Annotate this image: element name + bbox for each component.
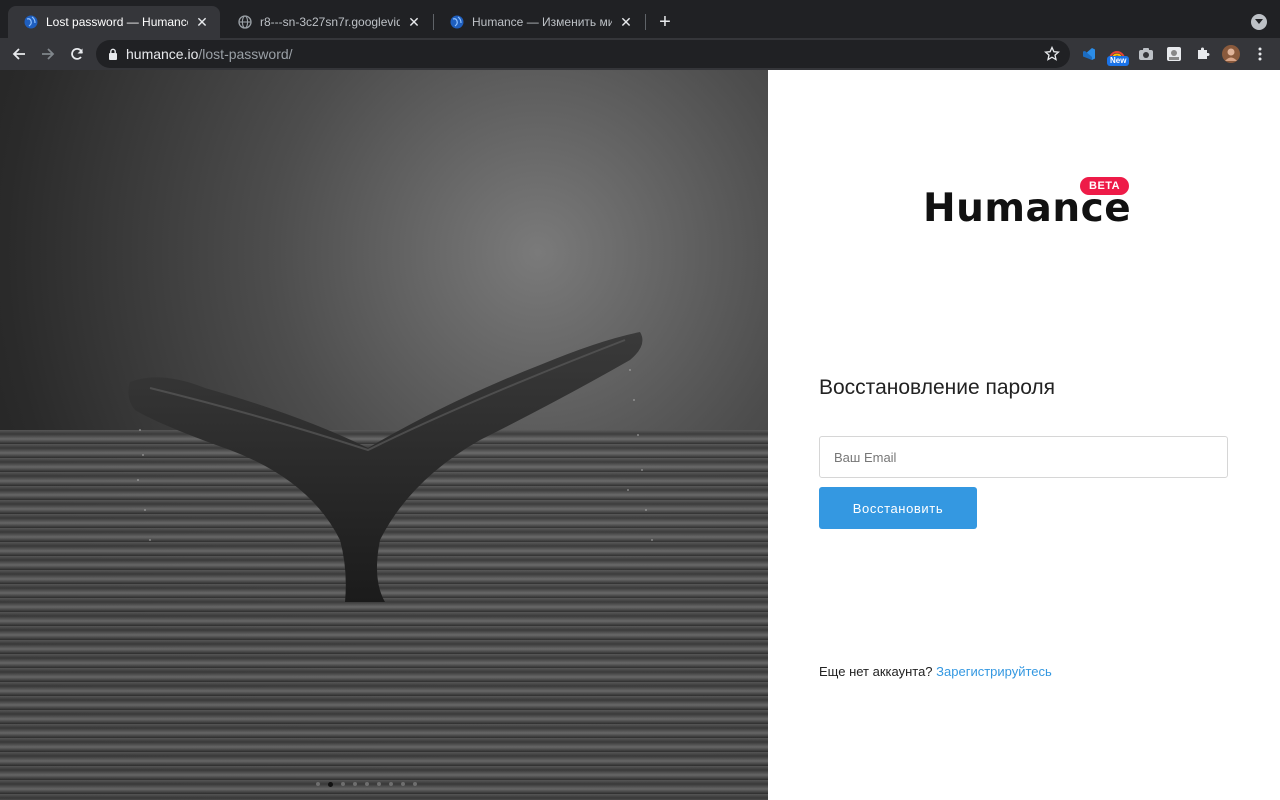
slider-dot[interactable] bbox=[377, 782, 381, 786]
globe-icon bbox=[450, 15, 464, 29]
close-icon[interactable]: ✕ bbox=[406, 14, 422, 30]
camera-extension-icon[interactable] bbox=[1136, 44, 1156, 64]
menu-kebab-icon[interactable] bbox=[1250, 44, 1270, 64]
avatar[interactable] bbox=[1221, 44, 1241, 64]
back-arrow-icon[interactable] bbox=[7, 42, 31, 66]
restore-button[interactable]: Восстановить bbox=[819, 487, 977, 529]
extensions-puzzle-icon[interactable] bbox=[1193, 44, 1213, 64]
slider-dot[interactable] bbox=[353, 782, 357, 786]
tab-googlevideo[interactable]: r8---sn-3c27sn7r.googlevideo ✕ bbox=[222, 6, 432, 38]
forward-arrow-icon[interactable] bbox=[36, 42, 60, 66]
tab-separator bbox=[645, 14, 646, 30]
whale-tail-illustration bbox=[128, 332, 653, 602]
signup-link[interactable]: Зарегистрируйтесь bbox=[936, 664, 1052, 679]
close-icon[interactable]: ✕ bbox=[194, 14, 210, 30]
lock-icon[interactable] bbox=[106, 47, 120, 61]
hero-whale-image bbox=[0, 70, 768, 800]
email-field[interactable] bbox=[819, 436, 1228, 478]
tab-title: Humance — Изменить мир в л bbox=[472, 15, 612, 29]
globe-icon bbox=[24, 15, 38, 29]
slider-dot-active[interactable] bbox=[328, 781, 333, 787]
new-tab-plus-icon[interactable]: + bbox=[655, 12, 675, 32]
tab-lost-password[interactable]: Lost password — Humance ✕ bbox=[8, 6, 220, 38]
slider-dot[interactable] bbox=[316, 782, 320, 786]
tab-search-chevron-icon[interactable] bbox=[1251, 14, 1267, 30]
slider-dot[interactable] bbox=[365, 782, 369, 786]
slider-dots bbox=[316, 781, 417, 787]
url-path: /lost-password/ bbox=[198, 46, 293, 62]
bookmark-star-icon[interactable] bbox=[1044, 46, 1060, 62]
profile-card-extension-icon[interactable] bbox=[1164, 44, 1184, 64]
page-content: Humance BETA Восстановление пароля Восст… bbox=[0, 70, 1280, 800]
globe-icon bbox=[238, 15, 252, 29]
signup-prompt: Еще нет аккаунта? Зарегистрируйтесь bbox=[819, 664, 1052, 679]
slider-dot[interactable] bbox=[389, 782, 393, 786]
page-title: Восстановление пароля bbox=[819, 376, 1056, 399]
beta-badge: BETA bbox=[1080, 177, 1130, 195]
close-icon[interactable]: ✕ bbox=[618, 14, 634, 30]
recovery-panel: Humance BETA Восстановление пароля Восст… bbox=[768, 70, 1280, 800]
url-host: humance.io bbox=[126, 46, 199, 62]
reload-icon[interactable] bbox=[65, 42, 89, 66]
signup-prompt-text: Еще нет аккаунта? bbox=[819, 664, 933, 679]
browser-toolbar: humance.io/lost-password/ bbox=[0, 38, 1280, 70]
tab-title: r8---sn-3c27sn7r.googlevideo bbox=[260, 15, 400, 29]
slider-dot[interactable] bbox=[341, 782, 345, 786]
tab-humance-home[interactable]: Humance — Изменить мир в л ✕ bbox=[434, 6, 644, 38]
slider-dot[interactable] bbox=[401, 782, 405, 786]
tab-title: Lost password — Humance bbox=[46, 15, 188, 29]
vscode-extension-icon[interactable] bbox=[1079, 44, 1099, 64]
slider-dot[interactable] bbox=[413, 782, 417, 786]
tab-strip: Lost password — Humance ✕ r8---sn-3c27sn… bbox=[0, 0, 1280, 38]
new-badge: New bbox=[1107, 56, 1130, 66]
address-bar[interactable]: humance.io/lost-password/ bbox=[96, 40, 1070, 68]
